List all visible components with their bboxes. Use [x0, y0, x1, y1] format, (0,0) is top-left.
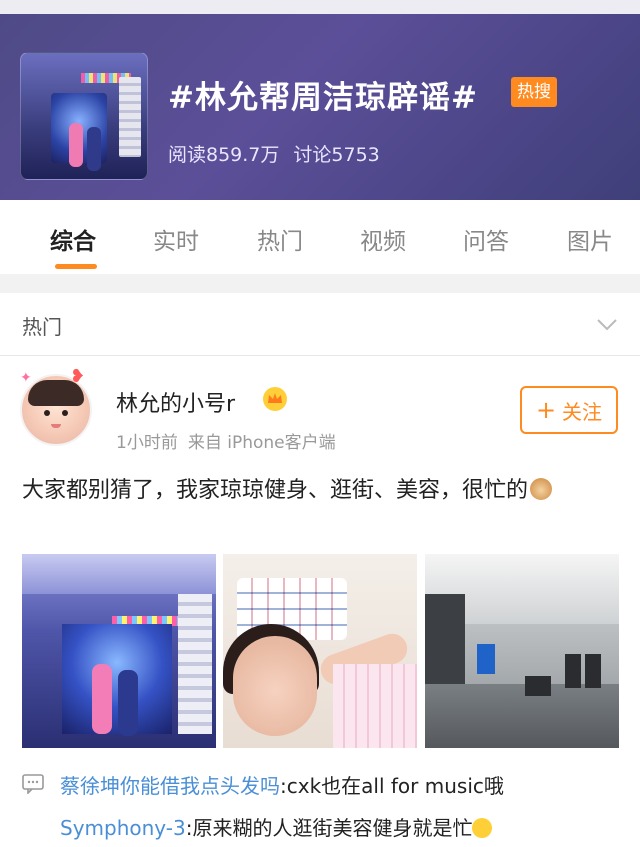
comment-text: :cxk也在all for music哦 [280, 774, 504, 798]
discuss-count: 讨论5753 [293, 144, 380, 166]
topic-stats: 阅读859.7万 讨论5753 [168, 140, 394, 167]
tab-pictures[interactable]: 图片 [567, 222, 613, 256]
section-label: 热门 [22, 315, 62, 339]
comment-icon [22, 774, 44, 794]
status-strip [0, 0, 640, 14]
topic-thumbnail[interactable] [20, 52, 148, 180]
post-time: 1小时前 [116, 433, 178, 453]
tab-comprehensive[interactable]: 综合 [50, 222, 96, 256]
tab-video[interactable]: 视频 [360, 222, 406, 256]
follow-button[interactable]: + 关注 [520, 386, 618, 434]
post-source: 来自 iPhone客户端 [187, 433, 336, 453]
hot-search-badge: 热搜 [511, 77, 557, 107]
active-tab-indicator [55, 264, 97, 269]
post-image-selfie[interactable] [223, 554, 417, 748]
comment-item[interactable]: Symphony-3:原来糊的人逛街美容健身就是忙 [60, 812, 493, 841]
read-count: 阅读859.7万 [168, 144, 280, 166]
section-hot-header[interactable]: 热门 [0, 293, 640, 356]
topic-header: #林允帮周洁琼辟谣# 热搜 阅读859.7万 讨论5753 [0, 0, 640, 200]
laugh-emoji-icon [472, 818, 493, 838]
comment-item[interactable]: 蔡徐坤你能借我点头发吗:cxk也在all for music哦 [60, 770, 504, 799]
plus-icon: + [535, 396, 557, 424]
vip-crown-icon [263, 387, 287, 411]
post-text: 大家都别猜了，我家琼琼健身、逛街、美容，很忙的 [22, 474, 622, 508]
topic-title: #林允帮周洁琼辟谣# [168, 80, 478, 116]
post-image-gym[interactable] [425, 554, 619, 748]
post-meta: 1小时前 来自 iPhone客户端 [116, 428, 346, 453]
tab-hot[interactable]: 热门 [257, 222, 303, 256]
tab-realtime[interactable]: 实时 [153, 222, 199, 256]
comment-author[interactable]: 蔡徐坤你能借我点头发吗 [60, 774, 280, 798]
comment-author[interactable]: Symphony-3 [60, 816, 186, 840]
tab-qa[interactable]: 问答 [463, 222, 509, 256]
weibo-post: ✦ ❥ 林允的小号r 1小时前 来自 iPhone客户端 + 关注 大家都别猜了，我… [0, 356, 640, 847]
username[interactable]: 林允的小号r [116, 386, 235, 418]
post-image-store[interactable] [22, 554, 216, 748]
cat-emoji-icon [530, 478, 553, 500]
comment-text: :原来糊的人逛街美容健身就是忙 [185, 816, 473, 840]
chevron-down-icon[interactable] [596, 313, 618, 335]
star-decoration-icon: ✦ [20, 370, 32, 386]
tab-bar: 综合 实时 热门 视频 问答 图片 [0, 200, 640, 274]
ribbon-decoration-icon: ❥ [70, 366, 86, 387]
